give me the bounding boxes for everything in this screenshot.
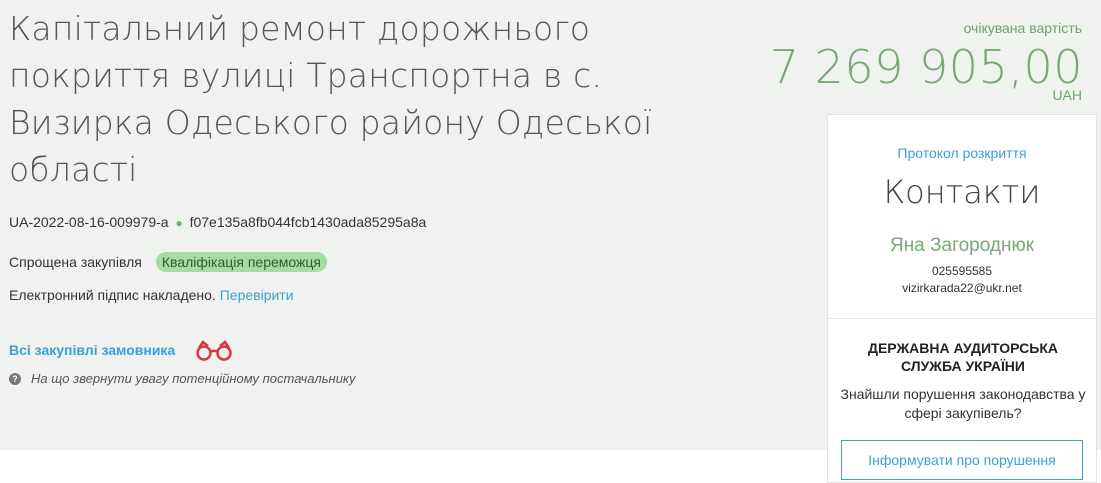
binoculars-icon[interactable]: [193, 338, 235, 362]
signature-line: Електронний підпис накладено. Перевірити: [9, 287, 294, 303]
attention-text: На що звернути увагу потенційному постач…: [31, 371, 356, 386]
signature-text: Електронний підпис накладено.: [9, 287, 216, 303]
contact-phone: 025595585: [931, 264, 993, 278]
verify-signature-link[interactable]: Перевірити: [220, 287, 294, 303]
tender-id-line: UA-2022-08-16-009979-a ● f07e135a8fb044f…: [9, 214, 426, 230]
all-purchases-link[interactable]: Всі закупівлі замовника: [9, 342, 175, 358]
status-badge: Кваліфікація переможця: [155, 252, 327, 272]
procedure-type: Спрощена закупівля: [9, 254, 142, 270]
attention-row: ? На що звернути увагу потенційному пост…: [9, 371, 356, 386]
audit-service-title: ДЕРЖАВНА АУДИТОРСЬКА СЛУЖБА УКРАЇНИ: [868, 340, 1058, 374]
tender-id: UA-2022-08-16-009979-a: [9, 214, 169, 230]
contact-name: Яна Загороднюк: [889, 235, 1035, 256]
audit-service-text: Знайшли порушення законодавства у сфері …: [840, 386, 1086, 421]
all-purchases-row: Всі закупівлі замовника: [9, 338, 235, 362]
procedure-line: Спрощена закупівля Кваліфікація переможц…: [9, 252, 327, 272]
report-violation-button[interactable]: Інформувати про порушення: [841, 440, 1083, 480]
question-circle-icon: ?: [9, 372, 21, 385]
price-currency: UAH: [1052, 87, 1082, 103]
price-label: очікувана вартість: [963, 20, 1082, 36]
contacts-title: Контакти: [883, 173, 1041, 211]
contact-email: vizirkarada22@ukr.net: [902, 281, 1022, 295]
tender-hash: f07e135a8fb044fcb1430ada85295a8a: [189, 214, 427, 230]
price-value: 7 269 905,00: [769, 40, 1083, 94]
protocol-link[interactable]: Протокол розкриття: [828, 145, 1096, 161]
separator-dot: ●: [175, 216, 183, 230]
card-divider: [828, 318, 1096, 319]
tender-title: Капітальний ремонт дорожнього покриття в…: [9, 9, 653, 189]
contacts-card: Протокол розкриття Контакти Яна Загородн…: [827, 114, 1097, 483]
